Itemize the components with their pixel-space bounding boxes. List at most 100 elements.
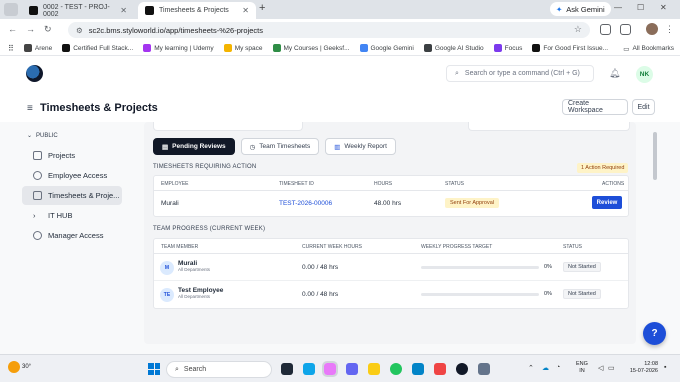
bookmark-item[interactable]: Google Gemini [359,44,414,52]
sidebar-item-label: Employee Access [48,171,108,180]
bookmark-item[interactable]: My space [223,44,263,52]
member-department: All Departments [178,294,211,299]
battery-icon[interactable]: ▭ [608,364,615,372]
bookmark-favicon-icon [23,44,32,52]
start-button[interactable] [148,363,160,375]
bell-icon[interactable]: 🔔︎ [609,68,620,79]
tab-search-button[interactable] [4,3,18,16]
browser-tab-project[interactable]: 0002 - TEST - PROJ-0002 ✕ [22,2,134,19]
chrome-icon[interactable] [390,363,402,375]
ask-gemini-label: Ask Gemini [566,4,605,14]
forward-arrow-icon[interactable]: → [26,24,35,34]
sidebar-item-manager-access[interactable]: Manager Access [22,226,122,245]
bookmark-item[interactable]: Arene [23,44,52,52]
site-info-icon[interactable]: ⚙ [76,26,83,35]
reload-icon[interactable]: ↻ [44,24,52,35]
column-header: ACTIONS [602,181,625,187]
page-scrollbar[interactable] [653,132,657,180]
bookmark-item[interactable]: Focus [493,44,522,52]
tab-pending-reviews[interactable]: ▤ Pending Reviews [153,138,235,155]
search-icon: ⌕ [455,69,459,77]
close-icon[interactable]: ✕ [242,6,249,15]
extension-icon[interactable] [600,24,611,35]
wifi-icon[interactable]: ◔ [556,364,560,371]
app-icon[interactable] [478,363,490,375]
close-window-icon[interactable]: ✕ [660,3,667,12]
sidebar-section-public[interactable]: ⌄ PUBLIC [27,132,122,140]
bookmark-star-icon[interactable]: ☆ [574,24,582,35]
tab-weekly-report[interactable]: ▥ Weekly Report [325,138,396,155]
sidebar-item-timesheets[interactable]: Timesheets & Proje... [22,186,122,205]
sidebar-item-projects[interactable]: Projects [22,146,122,165]
browser-tab-timesheets[interactable]: Timesheets & Projects ✕ [138,2,256,19]
file-explorer-icon[interactable] [368,363,380,375]
clock[interactable]: 12:08 15-07-2026 [620,361,658,375]
taskbar-search-input[interactable]: ⌕ Search [166,361,272,378]
sidebar-item-label: Manager Access [48,231,104,240]
task-view-icon[interactable] [281,363,293,375]
requiring-action-table: EMPLOYEE TIMESHEET ID HOURS STATUS ACTIO… [153,175,629,217]
edge-icon[interactable] [303,363,315,375]
bookmark-item[interactable]: For Good First Issue... [532,44,608,52]
language-indicator[interactable]: ENG IN [576,361,588,375]
site-favicon-icon [29,6,38,15]
app-header: ⌕ Search or type a command (Ctrl + G) 🔔︎… [0,56,680,94]
clock-icon: ◷ [249,143,256,151]
column-header: STATUS [563,244,582,250]
ask-gemini-button[interactable]: ✦ Ask Gemini [550,2,611,16]
notification-icon[interactable]: ▪ [664,364,666,371]
bookmark-label: For Good First Issue... [543,44,609,52]
command-search-input[interactable]: ⌕ Search or type a command (Ctrl + G) [446,65,594,82]
team-progress-table: TEAM MEMBER CURRENT WEEK HOURS WEEKLY PR… [153,238,629,309]
speaker-icon[interactable]: ◁ [598,364,603,372]
weather-widget[interactable]: 30° [8,361,31,373]
address-bar[interactable]: ⚙ sc2c.bms.styloworld.io/app/timesheets-… [68,22,590,38]
sidebar-item-it-hub[interactable]: › IT HUB [22,206,122,225]
table-row: TE Test Employee All Departments 0.00 / … [154,281,628,308]
bookmark-item[interactable]: My Courses | Geeksf... [272,44,350,52]
bookmarks-bar: ⠿ Arene Certified Full Stack... My learn… [0,41,680,56]
progress-percent: 0% [544,264,552,270]
edit-button[interactable]: Edit [632,99,655,115]
minimize-icon[interactable]: — [614,3,622,12]
progress-bar [421,266,539,269]
sidebar-item-employee-access[interactable]: Employee Access [22,166,122,185]
timesheet-id-link[interactable]: TEST-2026-00006 [279,200,332,207]
bookmark-item[interactable]: My learning | Udemy [143,44,214,52]
all-bookmarks-label: All Bookmarks [632,45,674,52]
profile-avatar[interactable] [646,23,658,35]
chevron-up-icon[interactable]: ⌃ [528,364,534,372]
app-icon[interactable] [434,363,446,375]
teams-icon[interactable] [346,363,358,375]
outlook-icon[interactable] [412,363,424,375]
bookmark-label: My learning | Udemy [154,44,214,52]
member-info: Test Employee All Departments [178,287,223,299]
new-tab-button[interactable]: + [259,2,265,14]
onedrive-icon[interactable]: ☁ [542,364,549,372]
menu-kebab-icon[interactable]: ⋮ [665,24,674,35]
bookmark-item[interactable]: Google AI Studio [423,44,484,52]
bookmark-item[interactable]: Certified Full Stack... [62,44,133,52]
close-icon[interactable]: ✕ [120,6,127,15]
app-logo[interactable] [26,65,43,82]
windows-taskbar: 30° ⌕ Search ⌃ ☁ ◔ ENG IN ◁ ▭ 12:08 15-0… [0,354,680,382]
tab-team-timesheets[interactable]: ◷ Team Timesheets [240,138,320,155]
media-icon[interactable] [456,363,468,375]
all-bookmarks-button[interactable]: ▭ All Bookmarks [619,41,674,55]
status-badge: Sent For Approval [445,198,500,208]
search-icon: ⌕ [175,365,179,373]
maximize-icon[interactable]: ☐ [637,3,644,12]
column-header: HOURS [374,181,393,187]
help-button[interactable]: ? [643,322,666,345]
sidebar-item-label: Projects [48,151,76,160]
back-arrow-icon[interactable]: ← [8,24,17,34]
user-avatar[interactable]: NK [636,66,653,83]
browser-toolbar: ← → ↻ ⚙ sc2c.bms.styloworld.io/app/times… [0,19,680,41]
create-workspace-button[interactable]: Create Workspace [562,99,628,115]
review-button[interactable]: Review [592,196,622,209]
temperature: 30° [22,364,32,370]
app-icon[interactable] [322,361,338,377]
puzzle-icon[interactable] [620,24,631,35]
apps-icon[interactable]: ⠿ [8,44,14,53]
hamburger-menu-icon[interactable]: ≡ [27,103,33,114]
